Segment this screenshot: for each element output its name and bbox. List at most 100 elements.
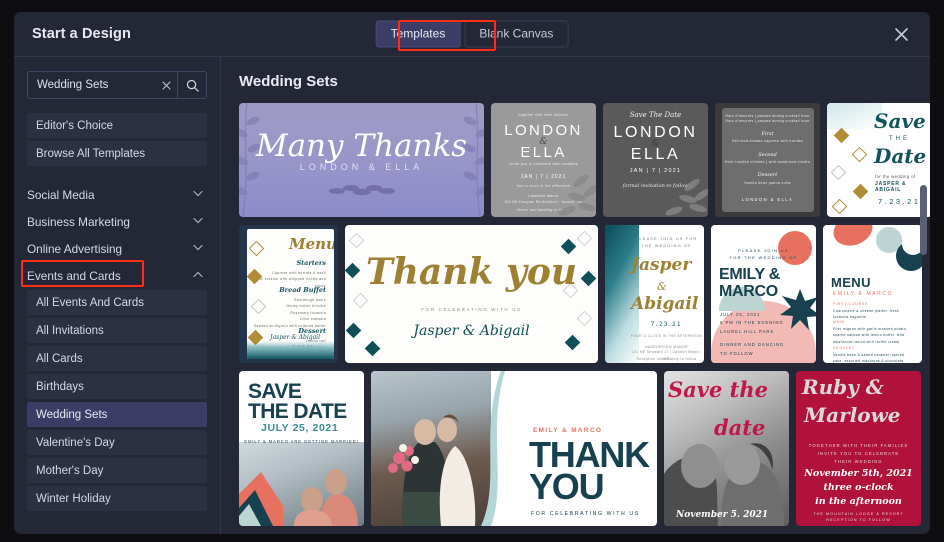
search-input[interactable] — [28, 72, 155, 98]
card-title: Many Thanks — [255, 128, 468, 165]
card-eyebrow: EMILY & MARCO — [533, 427, 603, 434]
tab-templates[interactable]: Templates — [375, 20, 461, 48]
card-title-2: Date — [874, 144, 927, 168]
sidebar-item-birthdays[interactable]: Birthdays — [27, 374, 207, 399]
sidebar-category-business-marketing[interactable]: Business Marketing — [27, 209, 207, 235]
sidebar-item-all-invitations[interactable]: All Invitations — [27, 318, 207, 343]
card-names: Jasper & Abigail — [413, 323, 530, 339]
card-title-2: date — [714, 415, 766, 440]
card-section: Starters — [296, 259, 326, 267]
sidebar-category-social-media[interactable]: Social Media — [27, 182, 207, 208]
card-line: FOUR O CLOCK IN THE AFTERNOON — [630, 333, 703, 338]
template-card-many-thanks[interactable]: Many Thanks LONDON & ELLA — [239, 103, 484, 217]
template-card-emily-marco-invitation[interactable]: PLEASE JOIN US FOR THE WEDDING OF EMILY … — [711, 225, 816, 363]
tab-blank-canvas[interactable]: Blank Canvas — [464, 20, 569, 48]
sidebar-item-winter-holiday[interactable]: Winter Holiday — [27, 486, 207, 511]
diamond-shape — [248, 240, 265, 257]
card-date: JAN | 7 | 2021 — [629, 167, 682, 174]
template-card-jasper-abigail-menu[interactable]: Menu Starters Caprese with burrata & bas… — [239, 225, 338, 363]
card-title-2: YOU — [529, 466, 605, 507]
template-card-london-ella-invitation[interactable]: together with their families LONDON & EL… — [491, 103, 596, 217]
search-icon[interactable] — [177, 72, 206, 98]
photo-couple — [388, 414, 476, 526]
scrollbar-thumb[interactable] — [920, 185, 927, 255]
template-card-emily-marco-thank-you[interactable]: EMILY & MARCO THANK YOU FOR CELEBRATING … — [371, 371, 657, 526]
card-date: 7.23.21 — [650, 321, 683, 328]
template-card-ruby-marlowe-invitation[interactable]: Ruby & Marlowe TOGETHER WITH THEIR FAMIL… — [796, 371, 921, 526]
card-time-2: in the afternoon — [815, 496, 902, 507]
card-line: Filet mignon with garlic mashed potato, … — [833, 326, 908, 344]
diamond-shape — [364, 340, 381, 357]
diamond-shape — [852, 183, 869, 200]
close-icon[interactable] — [890, 23, 912, 45]
category-label: Social Media — [27, 188, 95, 202]
template-card-thank-you-gold[interactable]: Thank you FOR CELEBRATING WITH US Jasper… — [345, 225, 598, 363]
card-line: PLEASE JOIN US — [738, 248, 789, 254]
card-line: PLEASE JOIN US FOR — [635, 236, 698, 242]
card-line: Charcuterie & cheese platter, fresh foca… — [833, 308, 900, 320]
card-line: Heirloom tomato caprese with burrata — [732, 139, 803, 144]
template-card-emily-marco-menu[interactable]: MENU EMILY & MARCO FIRST COURSE Charcute… — [823, 225, 922, 363]
template-card-london-ella-menu[interactable]: Hors d'oeuvres | passed during cocktail … — [715, 103, 820, 217]
card-title-2: MARCO — [719, 282, 778, 300]
card-title: Ruby & — [802, 375, 884, 399]
card-subtitle: FOR CELEBRATING WITH US — [531, 511, 640, 517]
card-line: Sourdough boule Honey butter brioche Rosem… — [253, 298, 326, 328]
category-label: Online Advertising — [27, 242, 123, 256]
template-card-jasper-abigail-save-the-date[interactable]: Save THE Date for the wedding of JASPER … — [827, 103, 930, 217]
card-subtitle: EMILY & MARCO ARE GETTING MARRIED! — [244, 439, 359, 444]
card-line: together with their families — [518, 113, 569, 118]
template-card-emily-marco-save-the-date[interactable]: SAVE THE DATE JULY 25, 2021 EMILY & MARC… — [239, 371, 364, 526]
card-section: Bread Buffet — [279, 286, 326, 294]
sidebar-item-valentines-day[interactable]: Valentine's Day — [27, 430, 207, 455]
card-venue: THE MOUNTAIN LODGE & RESORT — [813, 512, 904, 516]
template-card-london-ella-save-the-date[interactable]: Save The Date LONDON & ELLA JAN | 7 | 20… — [603, 103, 708, 217]
card-section: MAIN — [833, 320, 845, 325]
template-card-jasper-abigail-invitation[interactable]: PLEASE JOIN US FOR THE WEDDING OF Jasper… — [605, 225, 704, 363]
leaf-ornament-icon — [665, 179, 708, 216]
card-section: DESSERT — [833, 346, 855, 351]
card-line: Reception immediately to follow — [636, 357, 697, 362]
blob-shape — [902, 233, 922, 255]
card-line: THE WEDDING OF — [641, 242, 692, 248]
sidebar-item-wedding-sets[interactable]: Wedding Sets — [27, 402, 207, 427]
leaf-ornament-icon — [558, 175, 596, 216]
card-line: Vanilla bean panna cotta — [744, 180, 791, 185]
tab-bar: Templates Blank Canvas — [375, 20, 569, 48]
card-section: Second — [758, 151, 777, 158]
card-title: Save the — [668, 377, 768, 402]
watercolor-shape — [247, 341, 334, 359]
sprig-ornament-icon — [328, 184, 395, 195]
sidebar-item-all-events-and-cards[interactable]: All Events And Cards — [27, 290, 207, 315]
card-the: THE — [889, 136, 910, 142]
search-box[interactable] — [27, 71, 207, 99]
card-line: Hors d'oeuvres | passed during cocktail … — [725, 119, 810, 124]
card-line: for the wedding of — [875, 174, 916, 179]
sidebar-item-editors-choice[interactable]: Editor's Choice — [27, 113, 207, 138]
page-title: Start a Design — [32, 26, 131, 42]
chevron-down-icon — [193, 190, 203, 200]
diamond-shape — [851, 146, 868, 163]
card-title: Menu — [289, 235, 334, 253]
sidebar-item-all-cards[interactable]: All Cards — [27, 346, 207, 371]
card-title-2: THE DATE — [248, 400, 347, 423]
blob-shape — [829, 225, 877, 251]
photo-figures — [294, 469, 358, 526]
close-icon[interactable] — [155, 72, 177, 98]
gallery-scrollbar[interactable] — [920, 57, 927, 534]
start-a-design-modal: Start a Design Templates Blank Canvas We… — [14, 12, 930, 534]
sidebar-category-events-and-cards[interactable]: Events and Cards — [21, 260, 207, 289]
sidebar-item-browse-all-templates[interactable]: Browse All Templates — [27, 141, 207, 166]
diamond-shape — [830, 164, 847, 181]
template-row: Menu Starters Caprese with burrata & bas… — [239, 225, 930, 363]
template-row: SAVE THE DATE JULY 25, 2021 EMILY & MARC… — [239, 371, 930, 526]
card-line: FOR THE WEDDING OF — [729, 255, 798, 261]
category-label: Events and Cards — [27, 269, 121, 283]
sidebar-item-mothers-day[interactable]: Mother's Day — [27, 458, 207, 483]
card-title: Save — [874, 109, 926, 133]
card-section: FIRST COURSE — [833, 302, 869, 307]
chevron-down-icon — [193, 244, 203, 254]
card-date: JULY 25, 2021 — [720, 311, 761, 317]
sidebar-category-online-advertising[interactable]: Online Advertising — [27, 236, 207, 262]
template-card-save-the-date-photo[interactable]: Save the date November 5. 2021 — [664, 371, 789, 526]
